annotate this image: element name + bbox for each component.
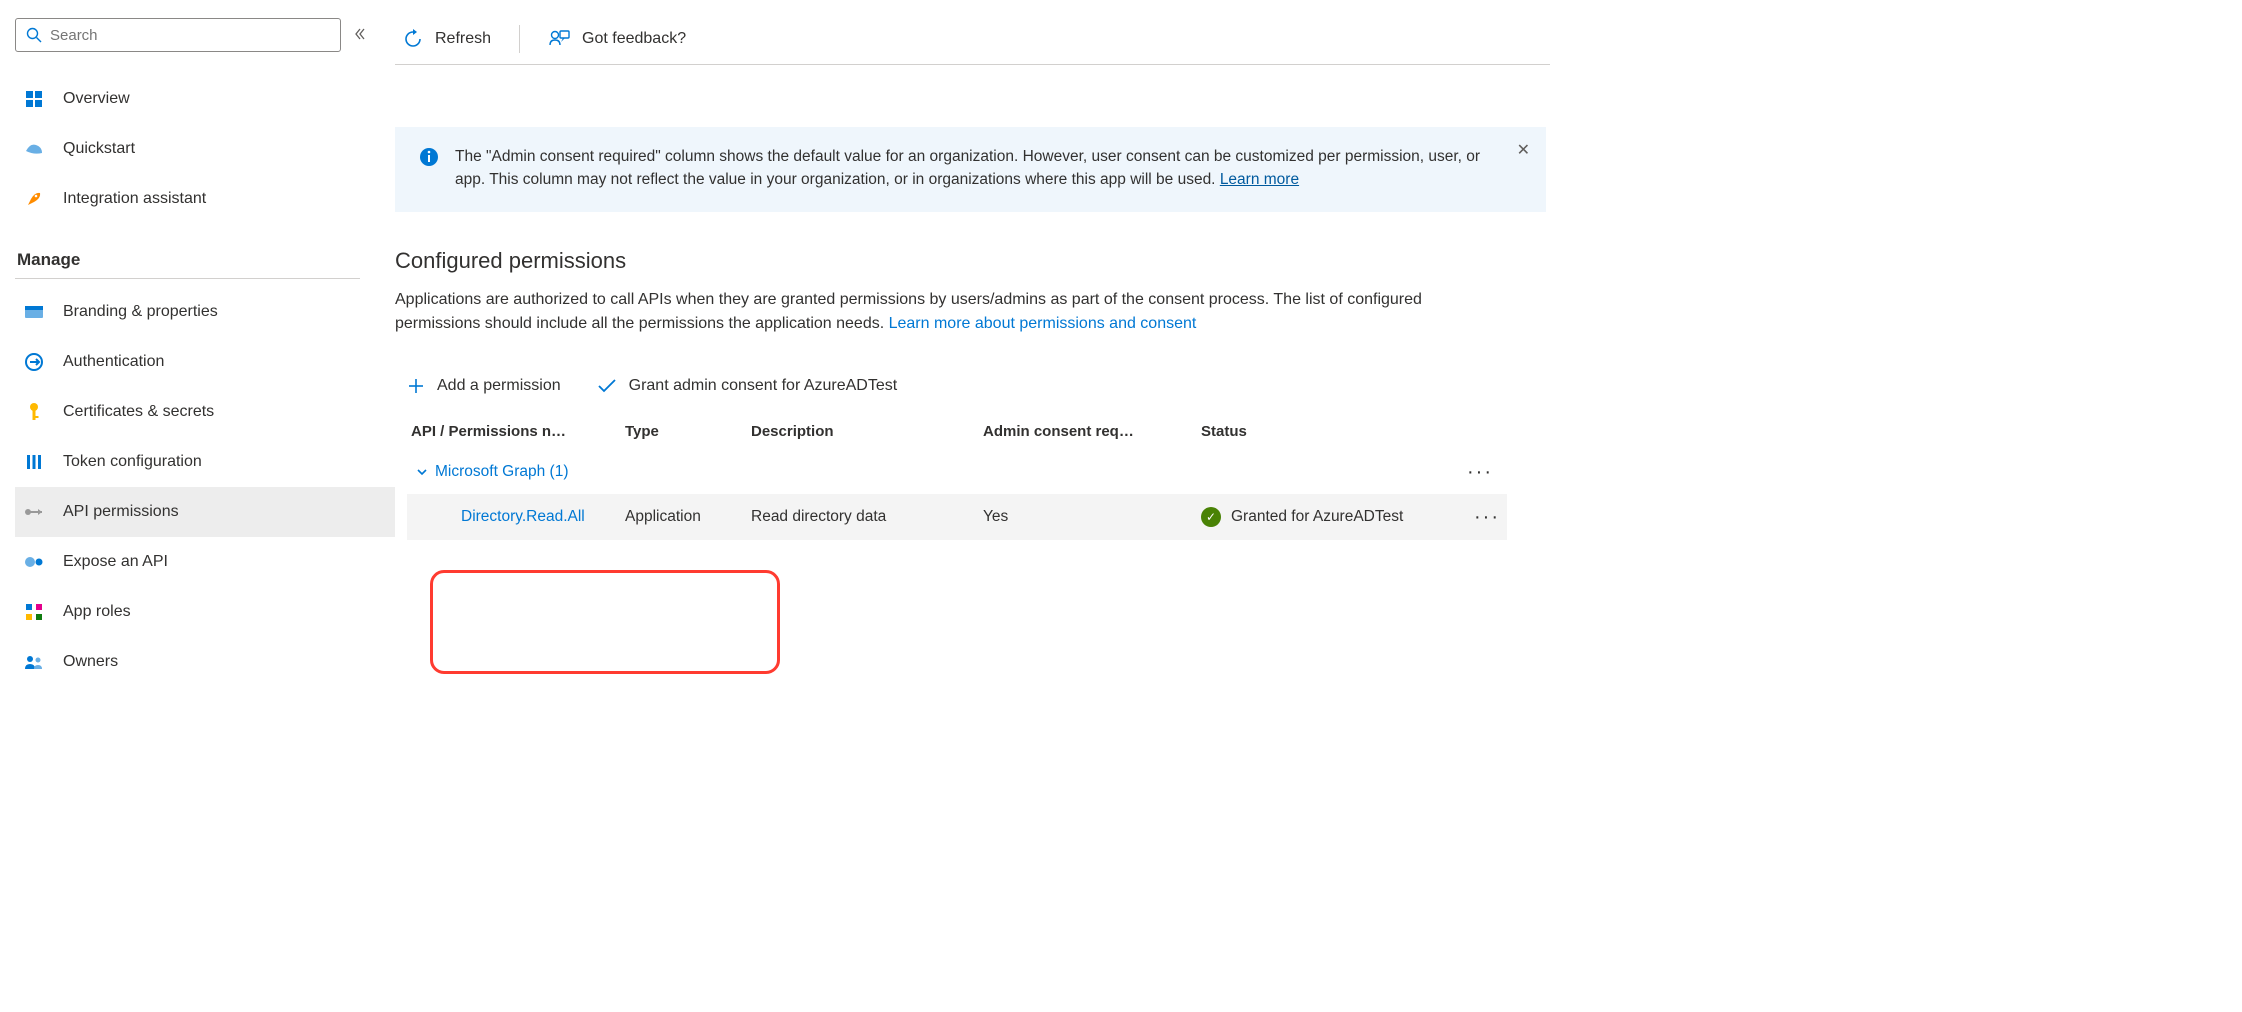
main-content: Refresh Got feedback? The "Admin consent… bbox=[395, 0, 1550, 700]
authentication-icon bbox=[23, 351, 45, 373]
add-permission-label: Add a permission bbox=[437, 377, 561, 395]
refresh-icon bbox=[403, 29, 423, 49]
api-group-name: Microsoft Graph (1) bbox=[435, 463, 569, 481]
nav-app-roles[interactable]: App roles bbox=[15, 587, 395, 637]
nav-quickstart[interactable]: Quickstart bbox=[15, 124, 395, 174]
nav-label: Certificates & secrets bbox=[63, 403, 214, 421]
search-input[interactable] bbox=[50, 27, 330, 44]
configured-permissions-desc: Applications are authorized to call APIs… bbox=[395, 288, 1475, 338]
nav-overview[interactable]: Overview bbox=[15, 74, 395, 124]
api-group-toggle[interactable]: Microsoft Graph (1) bbox=[415, 463, 569, 481]
nav-certificates[interactable]: Certificates & secrets bbox=[15, 387, 395, 437]
toolbar-rule bbox=[395, 64, 1550, 65]
api-group-more-button[interactable]: ··· bbox=[1467, 461, 1493, 484]
nav-expose-api[interactable]: Expose an API bbox=[15, 537, 395, 587]
info-icon bbox=[419, 147, 439, 174]
th-type[interactable]: Type bbox=[625, 423, 751, 440]
nav-label: Branding & properties bbox=[63, 303, 218, 321]
permission-status: ✓ Granted for AzureADTest bbox=[1201, 507, 1467, 527]
add-permission-button[interactable]: Add a permission bbox=[407, 377, 561, 395]
refresh-label: Refresh bbox=[435, 30, 491, 48]
nav-integration-assistant[interactable]: Integration assistant bbox=[15, 174, 395, 224]
table-header-row: API / Permissions n… Type Description Ad… bbox=[407, 415, 1507, 450]
nav-label: Owners bbox=[63, 653, 118, 671]
nav-api-permissions[interactable]: API permissions bbox=[15, 487, 395, 537]
overview-icon bbox=[23, 88, 45, 110]
nav-label: Overview bbox=[63, 90, 130, 108]
api-group-row: Microsoft Graph (1) ··· bbox=[407, 450, 1507, 494]
th-more bbox=[1467, 423, 1507, 440]
status-text: Granted for AzureADTest bbox=[1231, 508, 1403, 526]
app-roles-icon bbox=[23, 601, 45, 623]
status-granted-icon: ✓ bbox=[1201, 507, 1221, 527]
permission-name-link[interactable]: Directory.Read.All bbox=[411, 508, 625, 526]
nav-label: Authentication bbox=[63, 353, 164, 371]
nav-branding[interactable]: Branding & properties bbox=[15, 287, 395, 337]
token-icon bbox=[23, 451, 45, 473]
permission-description: Read directory data bbox=[751, 508, 983, 526]
nav-authentication[interactable]: Authentication bbox=[15, 337, 395, 387]
th-status[interactable]: Status bbox=[1201, 423, 1467, 440]
nav-label: Token configuration bbox=[63, 453, 202, 471]
feedback-label: Got feedback? bbox=[582, 30, 686, 48]
rocket-icon bbox=[23, 188, 45, 210]
nav-owners[interactable]: Owners bbox=[15, 637, 395, 687]
branding-icon bbox=[23, 301, 45, 323]
grant-consent-label: Grant admin consent for AzureADTest bbox=[629, 377, 898, 395]
search-icon bbox=[26, 27, 42, 43]
nav-token-configuration[interactable]: Token configuration bbox=[15, 437, 395, 487]
toolbar-separator bbox=[519, 25, 520, 53]
nav-label: Expose an API bbox=[63, 553, 168, 571]
sidebar: Overview Quickstart Integration assistan… bbox=[0, 0, 395, 700]
grant-consent-button[interactable]: Grant admin consent for AzureADTest bbox=[597, 377, 898, 395]
nav-label: App roles bbox=[63, 603, 131, 621]
th-admin-consent[interactable]: Admin consent req… bbox=[983, 423, 1201, 440]
api-permissions-icon bbox=[23, 501, 45, 523]
key-icon bbox=[23, 401, 45, 423]
check-icon bbox=[597, 378, 617, 394]
nav-label: Quickstart bbox=[63, 140, 135, 158]
refresh-button[interactable]: Refresh bbox=[403, 29, 491, 49]
permissions-learn-more-link[interactable]: Learn more about permissions and consent bbox=[889, 315, 1197, 332]
close-banner-button[interactable]: ✕ bbox=[1517, 139, 1530, 163]
permission-more-button[interactable]: ··· bbox=[1467, 506, 1507, 529]
permission-row: Directory.Read.All Application Read dire… bbox=[407, 494, 1507, 540]
nav-manage: Branding & properties Authentication Cer… bbox=[15, 287, 395, 687]
info-banner: The "Admin consent required" column show… bbox=[395, 127, 1546, 212]
collapse-sidebar-button[interactable] bbox=[351, 26, 367, 45]
quickstart-icon bbox=[23, 138, 45, 160]
permissions-table: API / Permissions n… Type Description Ad… bbox=[407, 415, 1507, 540]
divider bbox=[15, 278, 360, 279]
plus-icon bbox=[407, 377, 425, 395]
nav-label: Integration assistant bbox=[63, 190, 206, 208]
permission-type: Application bbox=[625, 508, 751, 526]
th-api[interactable]: API / Permissions n… bbox=[411, 423, 625, 440]
nav-top: Overview Quickstart Integration assistan… bbox=[15, 74, 395, 224]
permissions-toolbar: Add a permission Grant admin consent for… bbox=[407, 377, 1550, 395]
expose-api-icon bbox=[23, 551, 45, 573]
feedback-icon bbox=[548, 29, 570, 49]
chevron-down-icon bbox=[415, 465, 429, 479]
configured-permissions-title: Configured permissions bbox=[395, 248, 1550, 274]
search-box[interactable] bbox=[15, 18, 341, 52]
manage-header: Manage bbox=[17, 250, 395, 270]
permission-admin-consent: Yes bbox=[983, 508, 1201, 526]
feedback-button[interactable]: Got feedback? bbox=[548, 29, 686, 49]
banner-learn-more-link[interactable]: Learn more bbox=[1220, 171, 1299, 188]
info-text: The "Admin consent required" column show… bbox=[455, 145, 1496, 192]
nav-label: API permissions bbox=[63, 503, 179, 521]
top-toolbar: Refresh Got feedback? bbox=[395, 18, 1550, 60]
owners-icon bbox=[23, 651, 45, 673]
th-description[interactable]: Description bbox=[751, 423, 983, 440]
